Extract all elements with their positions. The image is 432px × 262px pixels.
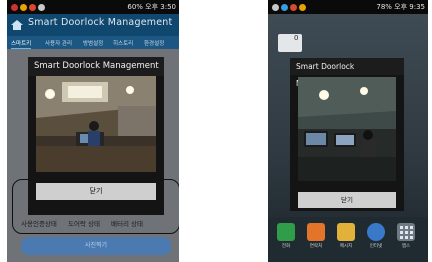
tab-history[interactable]: 히스토리: [113, 39, 133, 47]
status-bar: 60% 오후 3:50: [7, 0, 179, 14]
notification-icons: [271, 0, 307, 14]
close-button[interactable]: 닫기: [298, 192, 396, 208]
take-photo-button[interactable]: 사진찍기: [21, 237, 171, 255]
camera-snapshot: [298, 77, 396, 181]
message-icon: [337, 223, 355, 241]
dock-item-internet[interactable]: 인터넷: [366, 223, 386, 249]
left-phone-screen: 60% 오후 3:50 Smart Doorlock Management 스마…: [7, 0, 179, 262]
widget-count: 0: [294, 34, 299, 42]
globe-icon: [367, 223, 385, 241]
dock-item-apps[interactable]: 앱스: [396, 223, 416, 249]
notification-widget[interactable]: 0: [278, 34, 302, 52]
phone-icon: [277, 223, 295, 241]
battery-level: 60%: [127, 3, 143, 11]
tab-bar: 스마트키 사용자 관리 방범설정 히스토리 환경설정: [7, 36, 179, 50]
camera-snapshot: [36, 76, 156, 172]
house-icon: [10, 19, 24, 31]
tab-user-management[interactable]: 사용자 관리: [45, 39, 72, 47]
dialog-title: Smart Doorlock Management: [28, 57, 164, 76]
battery-level: 78%: [376, 3, 392, 11]
dock-item-contacts[interactable]: 연락처: [306, 223, 326, 249]
app-dock: 전화 연락처 메시지 인터넷 앱스: [268, 217, 428, 262]
contacts-icon: [307, 223, 325, 241]
camera-dialog: Smart Doorlock Management 닫기: [290, 58, 404, 211]
camera-dialog: Smart Doorlock Management 닫기: [28, 57, 164, 215]
dock-item-phone[interactable]: 전화: [276, 223, 296, 249]
app-header: Smart Doorlock Management: [7, 14, 179, 36]
dock-item-messages[interactable]: 메시지: [336, 223, 356, 249]
tab-settings[interactable]: 환경설정: [144, 39, 164, 47]
status-bar: 78% 오후 9:35: [268, 0, 428, 14]
close-button[interactable]: 닫기: [36, 183, 156, 200]
clock: 오후 9:35: [394, 3, 425, 11]
app-title: Smart Doorlock Management: [28, 17, 173, 28]
right-phone-screen: 78% 오후 9:35 0 Smart Doorlock Management: [268, 0, 428, 262]
clock: 오후 3:50: [145, 3, 176, 11]
dialog-title: Smart Doorlock Management: [290, 58, 404, 88]
tab-security[interactable]: 방범설정: [83, 39, 103, 47]
notification-icons: [10, 0, 46, 14]
apps-icon: [397, 223, 415, 241]
